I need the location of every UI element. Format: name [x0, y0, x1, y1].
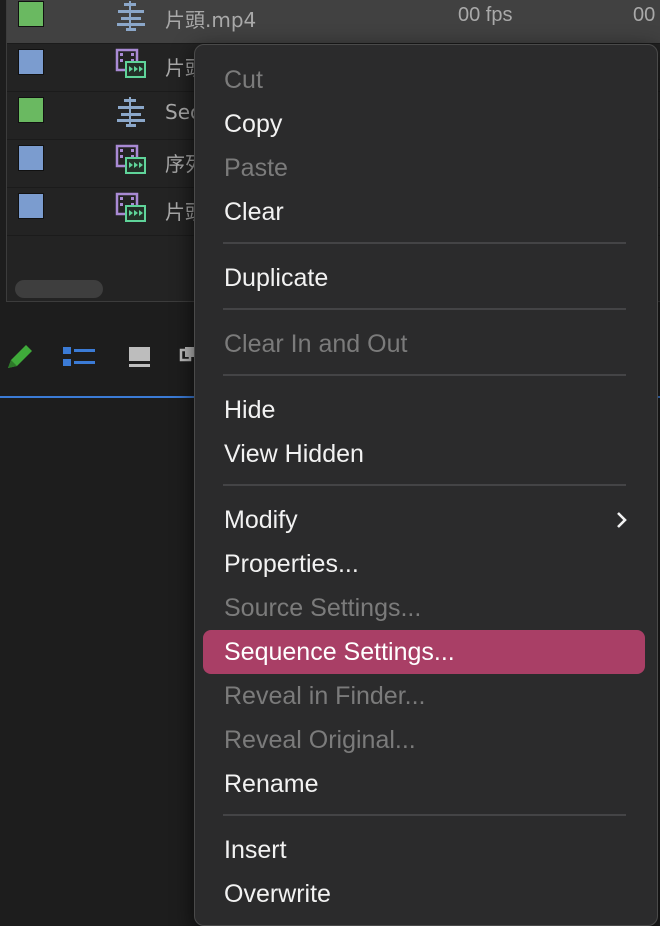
audio-clip-icon	[117, 1, 145, 31]
icon-view-icon[interactable]	[124, 342, 158, 372]
clip-name: 片頭.mp4	[165, 8, 257, 32]
project-row[interactable]: 片頭.mp4 00 fps 00	[7, 0, 660, 44]
sequence-icon	[115, 192, 146, 222]
menu-item-duplicate[interactable]: Duplicate	[203, 256, 645, 300]
menu-item-reveal-in-finder[interactable]: Reveal in Finder...	[203, 674, 645, 718]
chevron-right-icon	[617, 512, 627, 528]
menu-item-modify[interactable]: Modify	[203, 498, 645, 542]
menu-item-copy[interactable]: Copy	[203, 102, 645, 146]
menu-item-view-hidden[interactable]: View Hidden	[203, 432, 645, 476]
menu-separator	[223, 374, 626, 376]
menu-item-rename[interactable]: Rename	[203, 762, 645, 806]
clip-media-start: 00	[633, 4, 656, 26]
label-color-swatch[interactable]	[18, 97, 44, 123]
label-color-swatch[interactable]	[18, 145, 44, 171]
menu-item-paste[interactable]: Paste	[203, 146, 645, 190]
label-color-swatch[interactable]	[18, 49, 44, 75]
list-view-icon[interactable]	[62, 342, 96, 372]
menu-item-modify-label: Modify	[224, 506, 298, 534]
menu-separator	[223, 308, 626, 310]
pencil-icon[interactable]	[4, 342, 38, 372]
menu-item-clear-in-and-out[interactable]: Clear In and Out	[203, 322, 645, 366]
menu-item-sequence-settings[interactable]: Sequence Settings...	[203, 630, 645, 674]
menu-item-hide[interactable]: Hide	[203, 388, 645, 432]
horizontal-scrollbar-thumb[interactable]	[15, 280, 103, 298]
menu-item-insert[interactable]: Insert	[203, 828, 645, 872]
menu-item-properties[interactable]: Properties...	[203, 542, 645, 586]
context-menu: Cut Copy Paste Clear Duplicate Clear In …	[194, 44, 658, 926]
menu-item-cut[interactable]: Cut	[203, 58, 645, 102]
menu-item-source-settings[interactable]: Source Settings...	[203, 586, 645, 630]
label-color-swatch[interactable]	[18, 1, 44, 27]
audio-clip-icon	[117, 97, 145, 127]
menu-separator	[223, 242, 626, 244]
menu-separator	[223, 814, 626, 816]
menu-separator	[223, 484, 626, 486]
menu-item-overwrite[interactable]: Overwrite	[203, 872, 645, 916]
menu-item-reveal-original[interactable]: Reveal Original...	[203, 718, 645, 762]
menu-item-clear[interactable]: Clear	[203, 190, 645, 234]
clip-frame-rate: 00 fps	[458, 4, 513, 26]
sequence-icon	[115, 144, 146, 174]
label-color-swatch[interactable]	[18, 193, 44, 219]
sequence-icon	[115, 48, 146, 78]
